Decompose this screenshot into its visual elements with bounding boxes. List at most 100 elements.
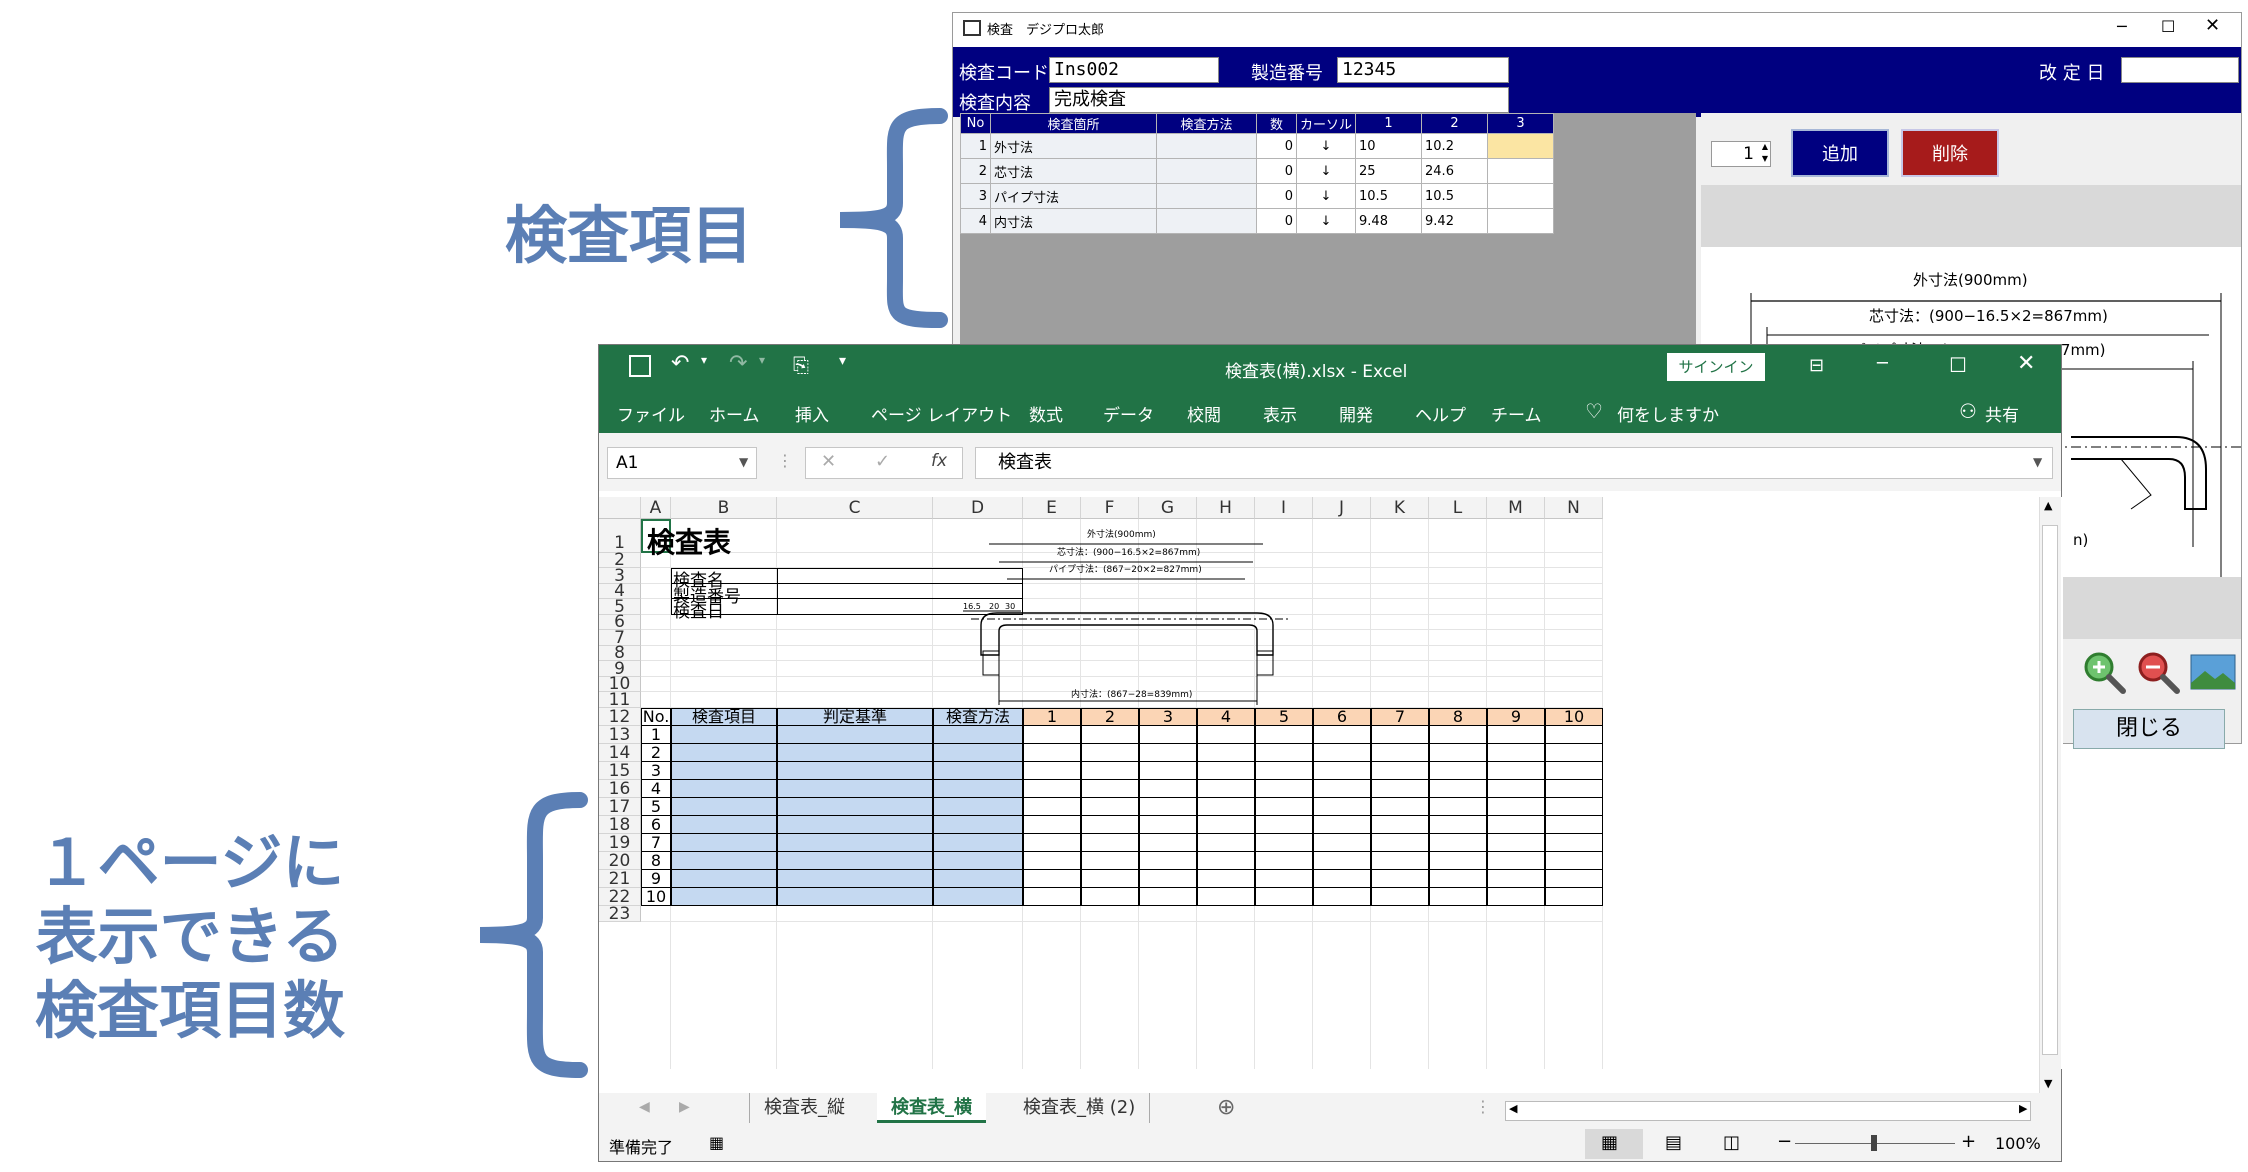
ribbon-insert[interactable]: 挿入	[795, 401, 829, 426]
delete-button[interactable]: 削除	[1901, 129, 1999, 177]
data-cell[interactable]	[1081, 744, 1139, 762]
item-row[interactable]: 2 芯寸法 0 ↓ 25 24.6	[960, 158, 1555, 184]
data-cell[interactable]	[777, 744, 933, 762]
data-cell[interactable]	[1313, 798, 1371, 816]
item-row[interactable]: 4 内寸法 0 ↓ 9.48 9.42	[960, 208, 1555, 234]
data-cell[interactable]	[1197, 870, 1255, 888]
content-input[interactable]: 完成検査	[1049, 87, 1509, 113]
data-cell[interactable]	[1371, 762, 1429, 780]
data-cell[interactable]	[1429, 852, 1487, 870]
sheet-tab-horizontal-2[interactable]: 検査表_横 (2)	[1009, 1093, 1151, 1123]
page-break-icon[interactable]: ◫	[1723, 1132, 1740, 1153]
row-header[interactable]: 21	[599, 870, 641, 888]
redo-dropdown-icon[interactable]: ▾	[759, 353, 765, 367]
tab-split-icon[interactable]: ⋮	[1475, 1097, 1491, 1116]
data-cell[interactable]	[1313, 780, 1371, 798]
column-header[interactable]: E	[1023, 497, 1081, 519]
data-cell[interactable]	[671, 852, 777, 870]
item-cell[interactable]: 4	[960, 208, 991, 234]
data-cell[interactable]	[1371, 816, 1429, 834]
item-cell[interactable]: 1	[960, 133, 991, 159]
data-cell[interactable]	[777, 888, 933, 906]
spin-arrows-icon[interactable]: ▲ ▼	[1759, 141, 1771, 167]
tab-prev-icon[interactable]: ◀	[639, 1099, 650, 1115]
data-cell[interactable]	[777, 798, 933, 816]
data-cell[interactable]	[933, 834, 1023, 852]
data-cell[interactable]	[671, 780, 777, 798]
row-header[interactable]: 17	[599, 798, 641, 816]
data-cell[interactable]	[1197, 726, 1255, 744]
data-cell[interactable]	[1081, 852, 1139, 870]
item-cell[interactable]: 10.5	[1355, 183, 1423, 209]
column-header[interactable]: A	[641, 497, 671, 519]
column-header[interactable]: G	[1139, 497, 1197, 519]
item-cell[interactable]	[1487, 183, 1555, 209]
item-cell[interactable]: 10	[1355, 133, 1423, 159]
fx-icon[interactable]: fx	[931, 451, 947, 471]
row-header[interactable]: 13	[599, 726, 641, 744]
macro-record-icon[interactable]: ▦	[709, 1133, 724, 1152]
item-cell[interactable]: 2	[960, 158, 991, 184]
data-cell[interactable]	[1023, 834, 1081, 852]
data-cell[interactable]	[1545, 744, 1603, 762]
undo-icon[interactable]: ↶	[671, 351, 689, 376]
item-cell[interactable]: 25	[1355, 158, 1423, 184]
item-cell[interactable]	[1487, 208, 1555, 234]
data-cell[interactable]	[1023, 726, 1081, 744]
redo-icon[interactable]: ↷	[729, 351, 747, 376]
row-header[interactable]: 15	[599, 762, 641, 780]
data-cell[interactable]	[1197, 834, 1255, 852]
data-cell[interactable]	[1313, 888, 1371, 906]
data-cell[interactable]	[933, 888, 1023, 906]
data-cell[interactable]	[1139, 888, 1197, 906]
row-header[interactable]: 1	[599, 519, 641, 553]
item-cell[interactable]: 0	[1256, 158, 1297, 184]
data-cell[interactable]	[671, 762, 777, 780]
data-cell[interactable]	[1023, 780, 1081, 798]
minimize-icon[interactable]: ─	[1877, 353, 1888, 374]
item-row[interactable]: 1 外寸法 0 ↓ 10 10.2	[960, 133, 1555, 159]
data-cell[interactable]	[1255, 798, 1313, 816]
data-cell[interactable]	[1487, 726, 1545, 744]
formula-expand-icon[interactable]: ▼	[2033, 455, 2042, 469]
data-cell[interactable]	[1487, 780, 1545, 798]
undo-dropdown-icon[interactable]: ▾	[701, 353, 707, 367]
data-cell[interactable]	[1081, 870, 1139, 888]
data-cell[interactable]	[1139, 744, 1197, 762]
row-header[interactable]: 20	[599, 852, 641, 870]
data-cell[interactable]	[1545, 780, 1603, 798]
item-cell[interactable]: 3	[960, 183, 991, 209]
item-cell[interactable]: ↓	[1295, 183, 1357, 209]
item-cell[interactable]	[1487, 133, 1555, 159]
data-cell[interactable]	[1023, 870, 1081, 888]
row-header[interactable]: 16	[599, 780, 641, 798]
zoom-in-icon[interactable]	[2081, 649, 2131, 699]
data-cell[interactable]	[1255, 780, 1313, 798]
maximize-icon[interactable]: ☐	[1949, 353, 1967, 377]
ribbon-team[interactable]: チーム	[1491, 401, 1542, 426]
data-cell[interactable]	[671, 888, 777, 906]
data-cell[interactable]	[777, 870, 933, 888]
revdate-input[interactable]	[2121, 57, 2239, 83]
item-cell[interactable]: 0	[1256, 208, 1297, 234]
column-header[interactable]: C	[777, 497, 933, 519]
data-cell[interactable]	[1371, 834, 1429, 852]
data-cell[interactable]	[777, 780, 933, 798]
item-cell[interactable]: 9.48	[1355, 208, 1423, 234]
data-cell[interactable]	[1545, 816, 1603, 834]
data-cell[interactable]	[1081, 816, 1139, 834]
data-cell[interactable]	[1371, 744, 1429, 762]
data-cell[interactable]	[1197, 852, 1255, 870]
data-cell[interactable]	[1545, 798, 1603, 816]
item-row[interactable]: 3 パイプ寸法 0 ↓ 10.5 10.5	[960, 183, 1555, 209]
data-cell[interactable]	[1197, 744, 1255, 762]
data-cell[interactable]	[1429, 834, 1487, 852]
data-cell[interactable]	[777, 852, 933, 870]
ribbon-review[interactable]: 校閲	[1187, 401, 1221, 426]
data-cell[interactable]	[1487, 798, 1545, 816]
data-cell[interactable]	[1313, 816, 1371, 834]
data-cell[interactable]	[1487, 870, 1545, 888]
data-cell[interactable]	[1255, 834, 1313, 852]
data-cell[interactable]	[1487, 816, 1545, 834]
horizontal-scrollbar[interactable]	[1505, 1101, 2031, 1121]
